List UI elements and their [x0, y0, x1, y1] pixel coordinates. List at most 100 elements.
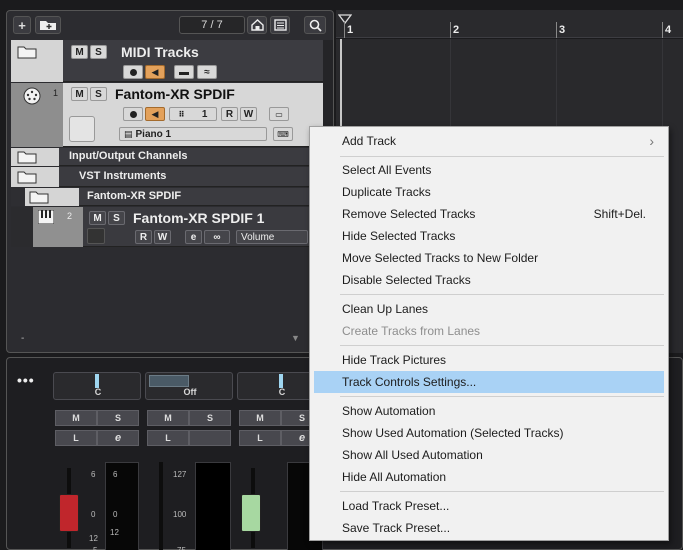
- fader-track[interactable]: [159, 462, 163, 550]
- menu-item-label: Create Tracks from Lanes: [342, 324, 481, 338]
- program-selector[interactable]: ▤ Piano 1: [119, 127, 267, 141]
- track-row-instrument[interactable]: 2 M S Fantom-XR SPDIF 1 R W e ∞ Volume: [11, 207, 323, 247]
- menu-item-load-track-preset[interactable]: Load Track Preset...: [314, 495, 664, 517]
- menu-item-label: Load Track Preset...: [342, 499, 450, 513]
- lanes-icon: ▬: [179, 66, 189, 78]
- solo-button[interactable]: S: [189, 410, 231, 426]
- monitor-button[interactable]: ◀: [145, 65, 165, 79]
- pan-indicator: [95, 374, 99, 388]
- read-button[interactable]: R: [221, 107, 238, 121]
- listen-button[interactable]: L: [239, 430, 281, 446]
- wave-icon: ≈: [204, 66, 210, 78]
- track-number: 1: [53, 88, 59, 98]
- write-button[interactable]: W: [240, 107, 257, 121]
- record-icon: [129, 68, 137, 76]
- menu-item-hide-all-automation[interactable]: Hide All Automation: [314, 466, 664, 488]
- folder-icon: [17, 151, 37, 164]
- menu-item-disable-selected-tracks[interactable]: Disable Selected Tracks: [314, 269, 664, 291]
- track-name: VST Instruments: [79, 170, 167, 182]
- menu-item-hide-track-pictures[interactable]: Hide Track Pictures: [314, 349, 664, 371]
- track-row-midi[interactable]: 1 M S Fantom-XR SPDIF ◀ ⠿ 1 R W ▭ ▤ Piano …: [11, 83, 323, 147]
- add-track-button[interactable]: +: [13, 16, 31, 34]
- record-enable-button[interactable]: [123, 65, 143, 79]
- mute-button[interactable]: M: [239, 410, 281, 426]
- track-visibility-button[interactable]: [247, 16, 267, 34]
- fader-scale-label: 75: [177, 546, 186, 550]
- mute-button[interactable]: M: [89, 211, 106, 225]
- fader-scale-label: 0: [91, 510, 96, 519]
- timeline-ruler[interactable]: 1 2 3 4: [336, 10, 683, 38]
- menu-item-hide-selected-tracks[interactable]: Hide Selected Tracks: [314, 225, 664, 247]
- level-meter: [195, 462, 231, 550]
- plus-icon: +: [18, 17, 26, 33]
- read-button[interactable]: R: [135, 230, 152, 244]
- speaker-icon: ◀: [151, 66, 159, 77]
- lanes-button[interactable]: ▬: [174, 65, 194, 79]
- mute-button[interactable]: M: [71, 87, 88, 101]
- menu-separator: [340, 491, 664, 492]
- menu-item-show-used-automation-selected[interactable]: Show Used Automation (Selected Tracks): [314, 422, 664, 444]
- keyboard-icon: ▭: [275, 109, 283, 119]
- track-name: Fantom-XR SPDIF 1: [133, 210, 265, 226]
- solo-button[interactable]: S: [97, 410, 139, 426]
- menu-item-add-track[interactable]: Add Track ›: [314, 130, 664, 152]
- pan-value: C: [94, 387, 102, 397]
- track-row-vst-folder[interactable]: VST Instruments: [11, 167, 323, 187]
- more-options-icon[interactable]: •••: [17, 372, 35, 388]
- track-options-button[interactable]: ▭: [269, 107, 289, 121]
- add-folder-button[interactable]: [35, 16, 61, 34]
- mute-button[interactable]: M: [71, 45, 88, 59]
- menu-item-select-all-events[interactable]: Select All Events: [314, 159, 664, 181]
- menu-item-remove-selected-tracks[interactable]: Remove Selected Tracks Shift+Del.: [314, 203, 664, 225]
- solo-button[interactable]: S: [90, 45, 107, 59]
- menu-item-clean-up-lanes[interactable]: Clean Up Lanes: [314, 298, 664, 320]
- track-list-button[interactable]: [270, 16, 290, 34]
- menu-item-label: Track Controls Settings...: [342, 375, 477, 389]
- volume-fader[interactable]: [241, 494, 261, 532]
- bar-number: 4: [665, 24, 672, 36]
- program-list-button[interactable]: ⌨: [273, 127, 293, 141]
- list-icon: [273, 19, 287, 31]
- pan-control[interactable]: C: [53, 372, 141, 400]
- solo-button[interactable]: S: [90, 87, 107, 101]
- pan-control[interactable]: Off: [145, 372, 233, 400]
- automation-parameter-field[interactable]: Volume: [236, 230, 308, 244]
- midi-channel-field[interactable]: ⠿ 1: [169, 107, 217, 121]
- menu-item-show-automation[interactable]: Show Automation: [314, 400, 664, 422]
- bar-number: 2: [453, 24, 460, 36]
- edit-instrument-button[interactable]: e: [185, 230, 202, 244]
- track-row-midi-folder[interactable]: M S MIDI Tracks ◀ ▬ ≈: [11, 40, 323, 82]
- menu-item-duplicate-tracks[interactable]: Duplicate Tracks: [314, 181, 664, 203]
- menu-item-save-track-preset[interactable]: Save Track Preset...: [314, 517, 664, 539]
- preset-icon: ▤: [124, 128, 133, 139]
- track-picture-slot[interactable]: [87, 228, 105, 244]
- mute-button[interactable]: M: [147, 410, 189, 426]
- midi-port-icon: [23, 87, 41, 105]
- mute-button[interactable]: M: [55, 410, 97, 426]
- empty-button: [189, 430, 231, 446]
- monitor-button[interactable]: ◀: [145, 107, 165, 121]
- search-button[interactable]: [304, 16, 326, 34]
- menu-item-track-controls-settings[interactable]: Track Controls Settings...: [314, 371, 664, 393]
- track-name: MIDI Tracks: [121, 44, 199, 60]
- scroll-down-icon[interactable]: ▼: [291, 333, 300, 343]
- volume-fader[interactable]: [59, 494, 79, 532]
- link-button[interactable]: ∞: [204, 230, 230, 244]
- mixer-channel-strip: C M S L e 6 0 12 6 0 12 5: [53, 364, 141, 550]
- listen-button[interactable]: L: [55, 430, 97, 446]
- pan-bar: [149, 375, 189, 387]
- track-name: Fantom-XR SPDIF: [115, 86, 235, 102]
- track-row-vst-subfolder[interactable]: Fantom-XR SPDIF: [11, 188, 323, 206]
- track-picture-slot[interactable]: [69, 116, 95, 142]
- menu-item-show-all-used-automation[interactable]: Show All Used Automation: [314, 444, 664, 466]
- track-counter: 7 / 7: [179, 16, 245, 34]
- write-button[interactable]: W: [154, 230, 171, 244]
- solo-button[interactable]: S: [108, 211, 125, 225]
- track-row-io-folder[interactable]: Input/Output Channels: [11, 148, 323, 166]
- automation-button[interactable]: ≈: [197, 65, 217, 79]
- listen-button[interactable]: L: [147, 430, 189, 446]
- record-enable-button[interactable]: [123, 107, 143, 121]
- menu-item-label: Clean Up Lanes: [342, 302, 429, 316]
- menu-item-move-to-new-folder[interactable]: Move Selected Tracks to New Folder: [314, 247, 664, 269]
- edit-channel-button[interactable]: e: [97, 430, 139, 446]
